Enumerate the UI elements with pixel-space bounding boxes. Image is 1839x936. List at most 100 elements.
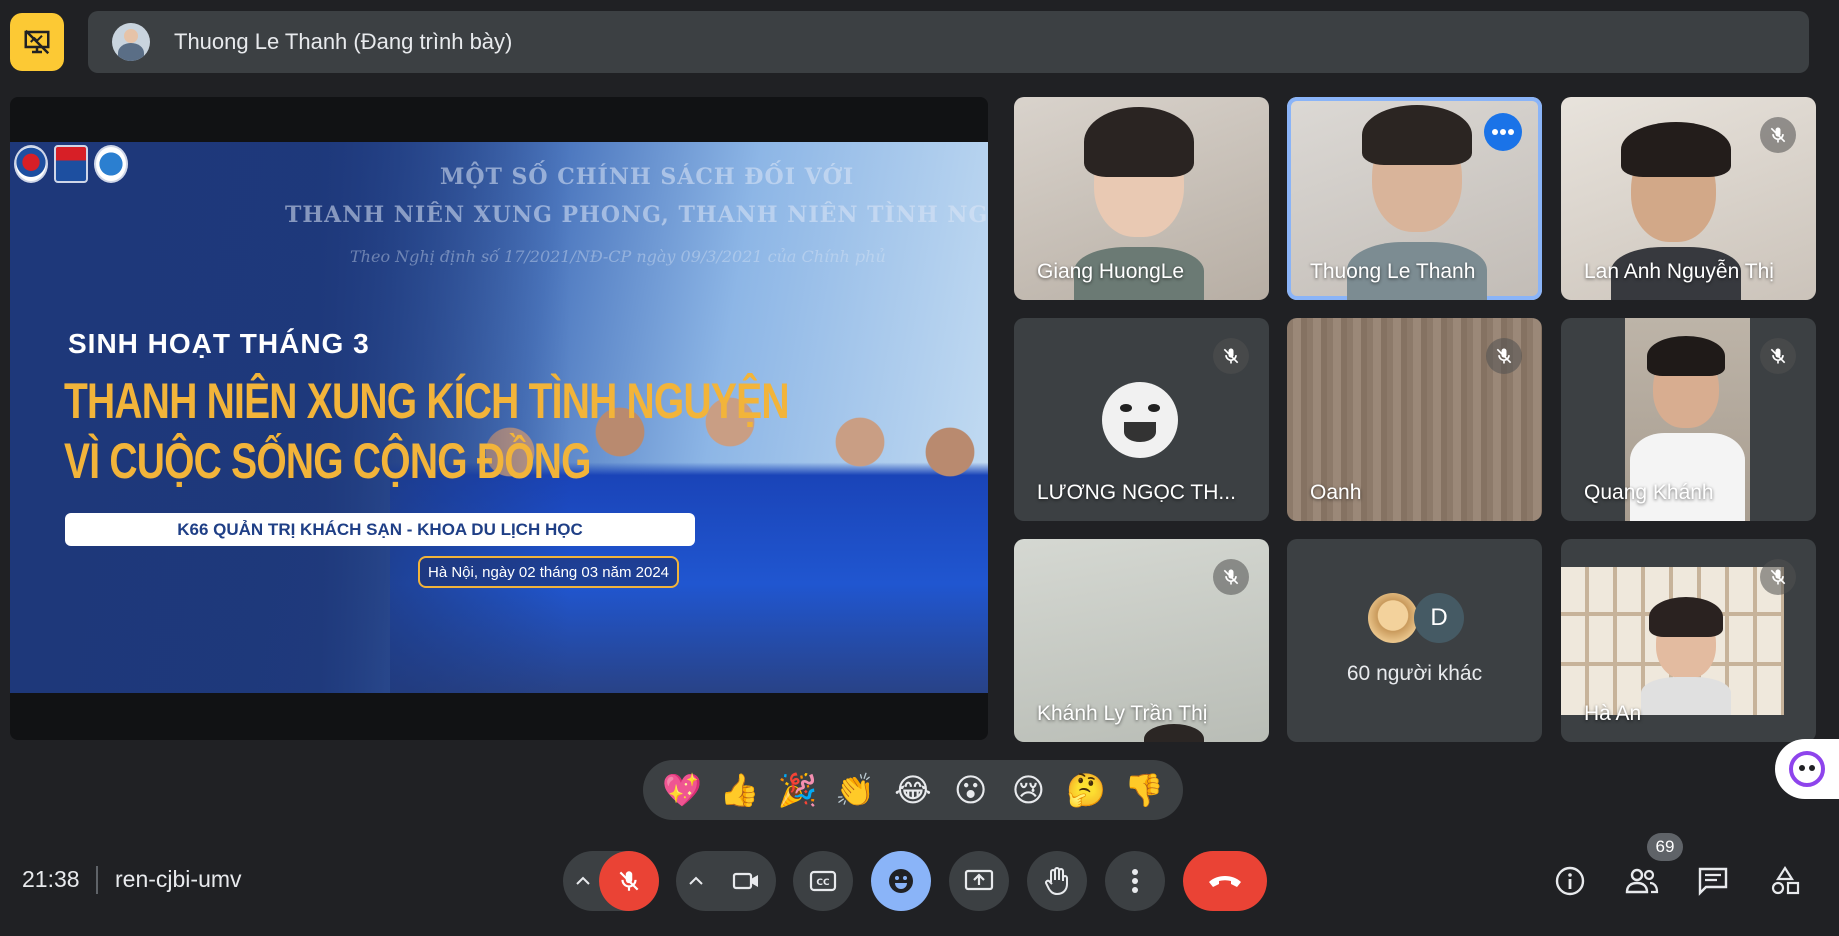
- slide-date: Hà Nội, ngày 02 tháng 03 năm 2024: [418, 556, 680, 588]
- youth-union-logo: [14, 145, 48, 183]
- presentation-slide: MỘT SỐ CHÍNH SÁCH ĐỐI VỚI THANH NIÊN XUN…: [10, 142, 988, 693]
- reaction-thumbs-up[interactable]: 👍: [715, 771, 765, 809]
- slide-heading-line3: Theo Nghị định số 17/2021/NĐ-CP ngày 09/…: [350, 247, 886, 266]
- reaction-laughing[interactable]: 😂: [888, 771, 938, 809]
- audio-options-button[interactable]: [563, 851, 603, 911]
- participant-tile[interactable]: LƯƠNG NGỌC TH...: [1014, 318, 1269, 521]
- participant-tile[interactable]: Oanh: [1287, 318, 1542, 521]
- reaction-party-popper[interactable]: 🎉: [772, 771, 822, 809]
- mic-off-icon: [1223, 348, 1239, 364]
- slide-heading-line1: MỘT SỐ CHÍNH SÁCH ĐỐI VỚI: [440, 164, 855, 190]
- meeting-code[interactable]: ren-cjbi-umv: [115, 866, 242, 893]
- muted-indicator: [1760, 559, 1796, 595]
- camera-toggle-button[interactable]: [716, 851, 776, 911]
- reactions-bar: 💖 👍 🎉 👏 😂 😮 😢 🤔 👎: [643, 760, 1183, 820]
- university-logo: [54, 145, 88, 183]
- faculty-logo: [94, 145, 128, 183]
- present-screen-icon: [964, 869, 994, 891]
- meeting-clock: 21:38: [22, 866, 80, 892]
- participant-avatar: [1102, 382, 1178, 458]
- participant-name: Hà An: [1584, 702, 1642, 725]
- reaction-thinking[interactable]: 🤔: [1061, 771, 1111, 809]
- closed-captions-icon: CC: [809, 870, 837, 892]
- participant-tile[interactable]: Lan Anh Nguyễn Thị: [1561, 97, 1816, 300]
- slide-subtitle: SINH HOẠT THÁNG 3: [68, 328, 370, 359]
- muted-indicator: [1213, 559, 1249, 595]
- participant-avatar-letter: D: [1414, 593, 1464, 643]
- video-options-button[interactable]: [676, 851, 716, 911]
- camera-control-group: [676, 851, 776, 911]
- presenter-bar: Thuong Le Thanh (Đang trình bày): [88, 11, 1809, 73]
- participant-name: LƯƠNG NGỌC TH...: [1037, 481, 1236, 504]
- participant-tile-active[interactable]: Thuong Le Thanh: [1287, 97, 1542, 300]
- people-button[interactable]: [1619, 858, 1665, 904]
- more-vertical-icon: [1132, 869, 1138, 893]
- mic-off-icon: [619, 871, 639, 891]
- chat-icon: [1698, 867, 1728, 896]
- activities-button[interactable]: [1762, 858, 1808, 904]
- raise-hand-button[interactable]: [1027, 851, 1087, 911]
- presentation-stage: MỘT SỐ CHÍNH SÁCH ĐỐI VỚI THANH NIÊN XUN…: [10, 97, 988, 740]
- more-options-button[interactable]: [1105, 851, 1165, 911]
- reaction-clapping[interactable]: 👏: [830, 771, 880, 809]
- shapes-icon: [1771, 865, 1800, 895]
- participant-avatar: [1368, 593, 1418, 643]
- chevron-up-icon: [689, 876, 703, 885]
- participant-tile[interactable]: Khánh Ly Trần Thị: [1014, 539, 1269, 742]
- chevron-up-icon: [576, 876, 590, 885]
- presenter-name: Thuong Le Thanh (Đang trình bày): [174, 29, 513, 54]
- reactions-button[interactable]: [871, 851, 931, 911]
- slide-logos: [14, 145, 128, 183]
- muted-indicator: [1760, 338, 1796, 374]
- hang-up-icon: [1209, 876, 1241, 887]
- participant-name: Quang Khánh: [1584, 481, 1714, 504]
- chat-button[interactable]: [1690, 858, 1736, 904]
- stop-presenting-button[interactable]: [10, 13, 64, 71]
- assistant-button[interactable]: [1775, 739, 1839, 799]
- participant-name: Thuong Le Thanh: [1310, 260, 1476, 283]
- microphone-toggle-button[interactable]: [599, 851, 659, 911]
- others-count-label: 60 người khác: [1346, 662, 1483, 685]
- slide-heading-line2: THANH NIÊN XUNG PHONG, THANH NIÊN TÌNH N…: [285, 202, 988, 228]
- reaction-sparkling-heart[interactable]: 💖: [657, 771, 707, 809]
- participant-name: Oanh: [1310, 481, 1362, 504]
- emoji-icon: [889, 869, 913, 893]
- presentation-off-icon: [24, 29, 50, 55]
- hand-icon: [1045, 867, 1068, 896]
- participant-tile[interactable]: Giang HuongLe: [1014, 97, 1269, 300]
- present-screen-button[interactable]: [949, 851, 1009, 911]
- mic-off-icon: [1496, 348, 1512, 364]
- mic-off-icon: [1223, 569, 1239, 585]
- presenter-avatar: [112, 23, 150, 61]
- people-icon: [1625, 868, 1659, 894]
- captions-button[interactable]: CC: [793, 851, 853, 911]
- reaction-surprised[interactable]: 😮: [946, 771, 996, 809]
- participant-name: Khánh Ly Trần Thị: [1037, 702, 1208, 725]
- participant-tile[interactable]: Hà An: [1561, 539, 1816, 742]
- slide-band: K66 QUẢN TRỊ KHÁCH SẠN - KHOA DU LỊCH HỌ…: [65, 513, 695, 546]
- info-icon: [1555, 866, 1585, 896]
- muted-indicator: [1760, 117, 1796, 153]
- leave-call-button[interactable]: [1183, 851, 1267, 911]
- meeting-details-button[interactable]: [1547, 858, 1593, 904]
- slide-title-line1: THANH NIÊN XUNG KÍCH TÌNH NGUYỆN: [64, 373, 790, 429]
- assistant-face-icon: [1789, 751, 1825, 787]
- slide-title-line2: VÌ CUỘC SỐNG CỘNG ĐỒNG: [64, 433, 591, 489]
- muted-indicator: [1213, 338, 1249, 374]
- mic-off-icon: [1770, 348, 1786, 364]
- participant-name: Lan Anh Nguyễn Thị: [1584, 260, 1774, 283]
- reaction-thumbs-down[interactable]: 👎: [1119, 771, 1169, 809]
- participant-name: Giang HuongLe: [1037, 260, 1185, 283]
- reaction-crying[interactable]: 😢: [1003, 771, 1053, 809]
- others-tile[interactable]: D 60 người khác: [1287, 539, 1542, 742]
- bottom-divider: [96, 866, 98, 894]
- participant-tile[interactable]: Quang Khánh: [1561, 318, 1816, 521]
- more-options-button[interactable]: [1484, 113, 1522, 151]
- camera-icon: [732, 872, 758, 890]
- more-horizontal-icon: [1492, 129, 1514, 135]
- mic-off-icon: [1770, 569, 1786, 585]
- svg-text:CC: CC: [816, 878, 830, 888]
- mic-off-icon: [1770, 127, 1786, 143]
- participant-count-badge: 69: [1647, 833, 1683, 861]
- muted-indicator: [1486, 338, 1522, 374]
